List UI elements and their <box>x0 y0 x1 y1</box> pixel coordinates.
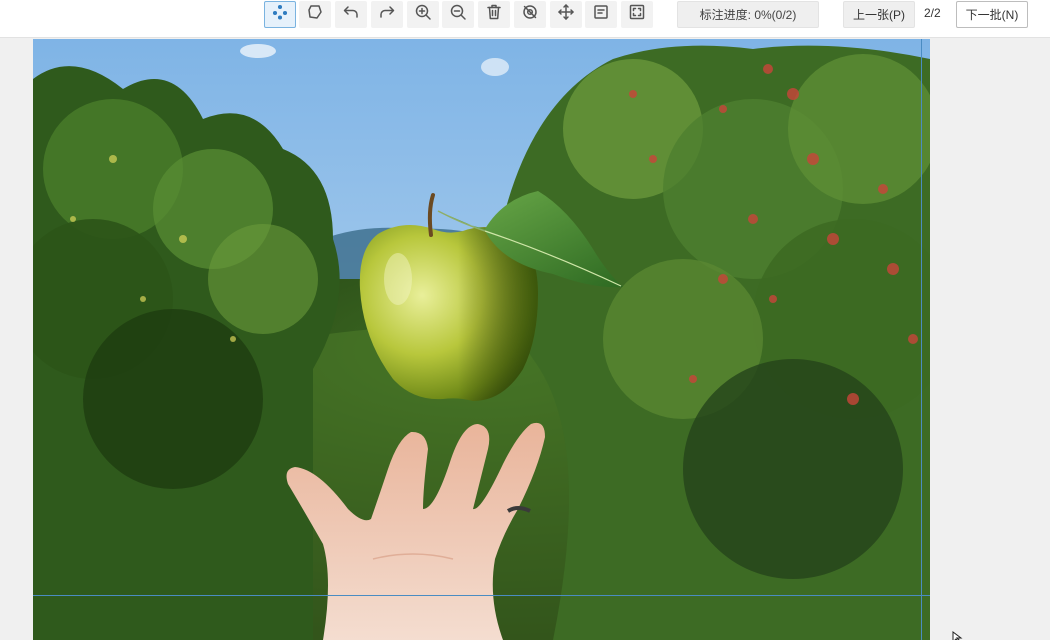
mouse-cursor-icon <box>952 630 964 640</box>
points-tool-button[interactable] <box>264 1 296 28</box>
fullscreen-button[interactable] <box>621 1 653 28</box>
move-icon <box>557 3 575 26</box>
vertical-guide-line <box>921 39 922 640</box>
zoom-out-icon <box>449 3 467 26</box>
undo-button[interactable] <box>335 1 367 28</box>
delete-button[interactable] <box>478 1 510 28</box>
zoom-in-icon <box>414 3 432 26</box>
fit-icon <box>592 3 610 26</box>
polygon-tool-button[interactable] <box>299 1 331 28</box>
image-canvas[interactable] <box>33 39 930 640</box>
apple-hand-photo <box>33 39 930 640</box>
fit-button[interactable] <box>585 1 617 28</box>
undo-icon <box>342 3 360 26</box>
move-button[interactable] <box>550 1 582 28</box>
trash-icon <box>485 3 503 26</box>
zoom-out-button[interactable] <box>442 1 474 28</box>
toolbar: 标注进度: 0%(0/2) 上一张(P) 2/2 下一批(N) <box>0 0 1050 38</box>
zoom-in-button[interactable] <box>407 1 439 28</box>
redo-button[interactable] <box>371 1 403 28</box>
points-icon <box>271 3 289 26</box>
hide-button[interactable] <box>514 1 546 28</box>
horizontal-guide-line <box>33 595 930 596</box>
next-batch-button[interactable]: 下一批(N) <box>956 1 1028 28</box>
fullscreen-icon <box>628 3 646 26</box>
polygon-icon <box>306 3 324 26</box>
page-count: 2/2 <box>924 6 941 20</box>
redo-icon <box>378 3 396 26</box>
eye-off-icon <box>521 3 539 26</box>
prev-image-button[interactable]: 上一张(P) <box>843 1 915 28</box>
annotation-progress: 标注进度: 0%(0/2) <box>677 1 819 28</box>
